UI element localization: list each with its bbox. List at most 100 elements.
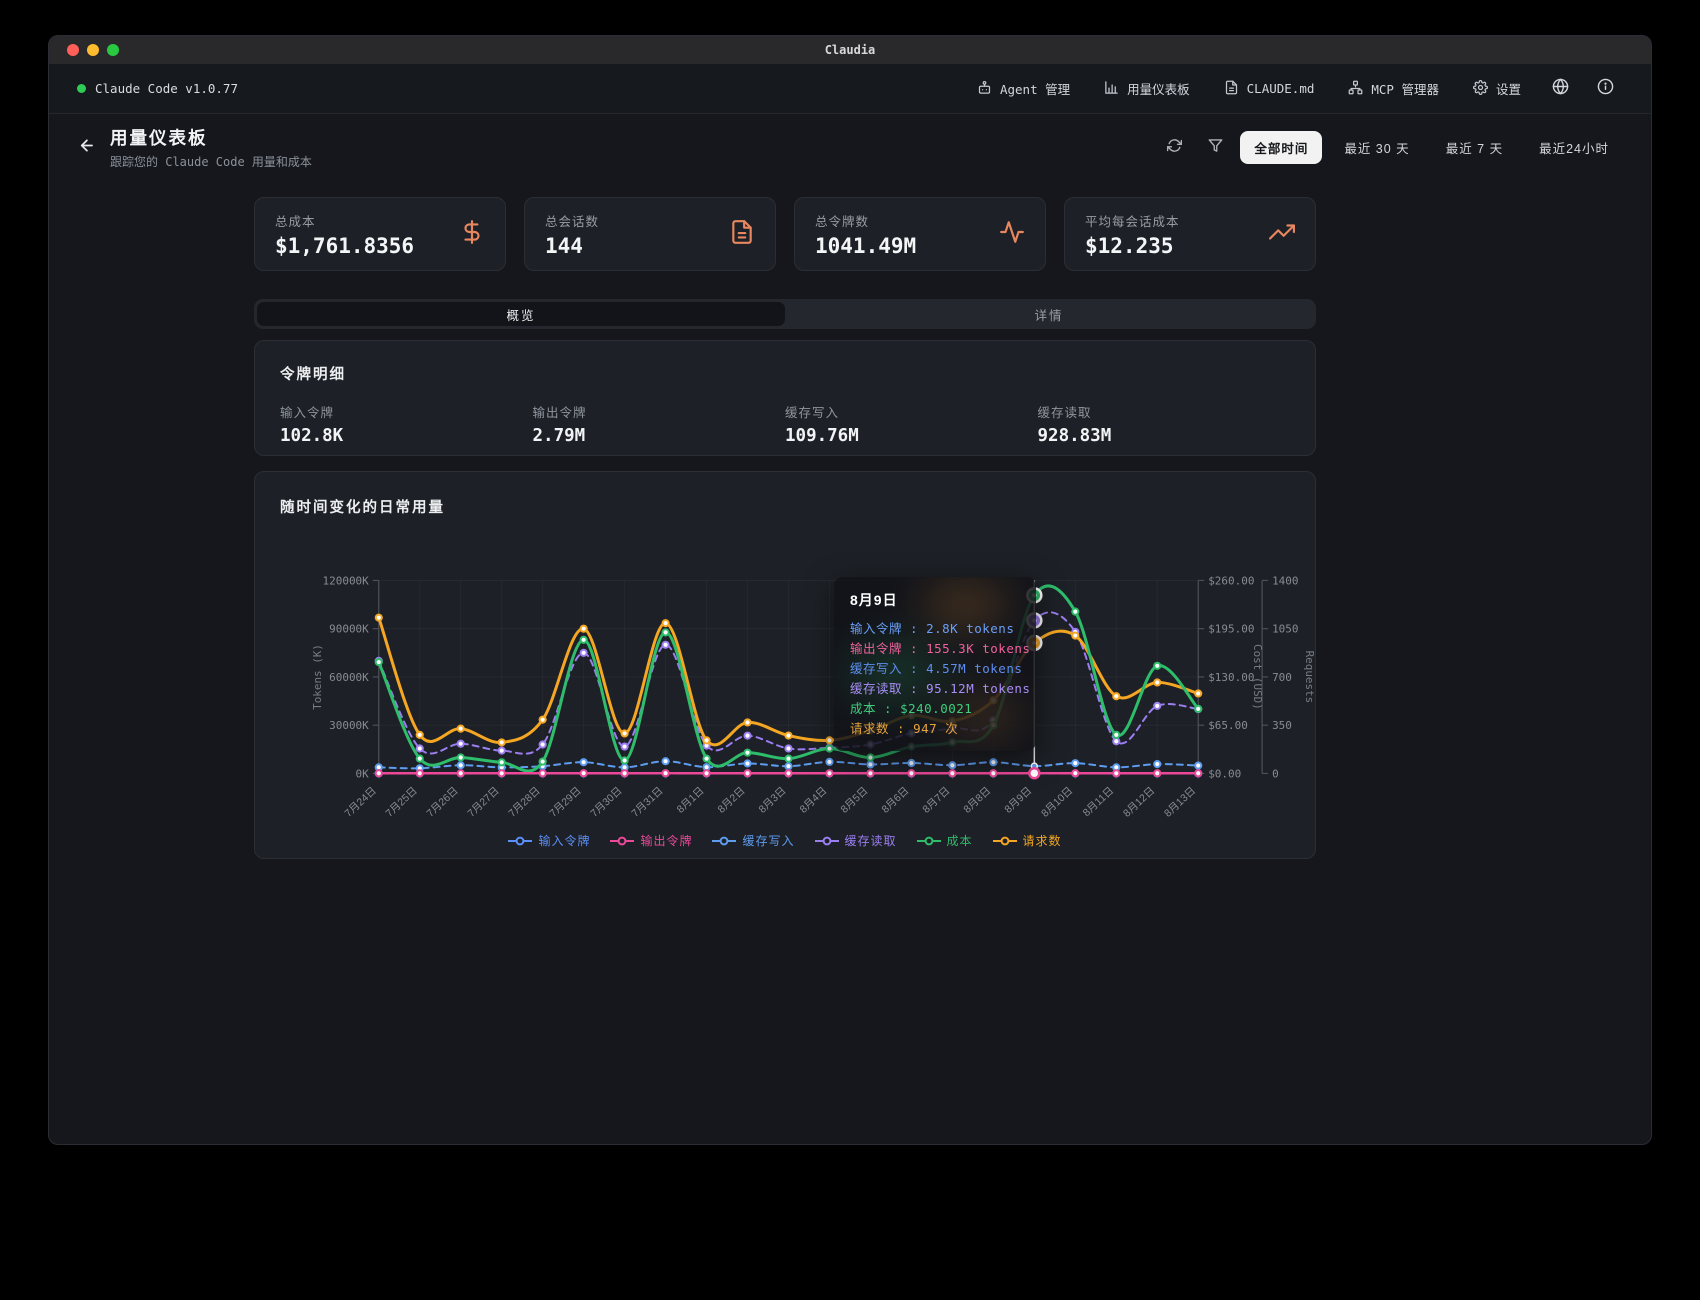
svg-text:120000K: 120000K [323,574,370,587]
info-button[interactable] [1588,71,1623,106]
trending-up-icon [1269,219,1295,250]
nav-settings[interactable]: 设置 [1461,72,1533,105]
globe-button[interactable] [1543,71,1578,106]
stat-label: 平均每会话成本 [1085,211,1180,230]
stat-cards: 总成本 $1,761.8356 总会话数 144 总令牌数 1041.49M [254,197,1316,271]
nav-usage-dashboard[interactable]: 用量仪表板 [1092,72,1202,105]
svg-text:8月6日: 8月6日 [879,785,911,816]
arrow-left-icon [77,136,96,160]
svg-text:7月25日: 7月25日 [383,785,419,820]
svg-text:Tokens (K): Tokens (K) [311,644,324,710]
stat-value: $12.235 [1085,234,1180,258]
tab-details[interactable]: 详情 [785,302,1313,326]
refresh-button[interactable] [1158,131,1191,165]
app-version: Claude Code v1.0.77 [77,81,238,96]
nav-mcp-manager[interactable]: MCP 管理器 [1336,72,1451,105]
legend-item[interactable]: 缓存读取 [815,832,897,849]
stat-label: 总会话数 [545,211,599,230]
bar-chart-icon [1104,80,1119,98]
svg-text:8月9日: 8月9日 [1002,785,1034,816]
page-title: 用量仪表板 [110,125,312,150]
gear-icon [1473,80,1488,98]
svg-text:7月30日: 7月30日 [588,785,624,820]
legend-item[interactable]: 输出令牌 [610,832,692,849]
svg-text:8月7日: 8月7日 [920,785,952,816]
titlebar: Claudia [49,36,1651,64]
legend-label: 缓存读取 [845,832,897,849]
legend-label: 请求数 [1023,832,1062,849]
token-cache-read: 缓存读取 928.83M [1038,402,1291,446]
legend-item[interactable]: 成本 [917,832,973,849]
status-dot-icon [77,84,86,93]
token-label: 缓存读取 [1038,402,1291,421]
minimize-button[interactable] [87,44,99,56]
tab-overview[interactable]: 概览 [257,302,785,326]
range-last-30-days[interactable]: 最近 30 天 [1330,131,1423,164]
range-last-24-hours[interactable]: 最近24小时 [1525,131,1623,164]
tooltip-row: 成本 : $240.0021 [850,699,1020,719]
svg-text:7月24日: 7月24日 [343,785,379,820]
token-value: 2.79M [533,426,786,446]
dollar-icon [459,219,485,250]
svg-text:$65.00: $65.00 [1208,719,1248,732]
token-value: 928.83M [1038,426,1291,446]
token-label: 输出令牌 [533,402,786,421]
svg-text:1050: 1050 [1272,623,1298,636]
svg-text:8月8日: 8月8日 [961,785,993,816]
file-text-icon [1224,80,1239,98]
stat-label: 总成本 [275,211,414,230]
svg-text:8月3日: 8月3日 [757,785,789,816]
svg-text:7月27日: 7月27日 [465,785,501,820]
network-icon [1348,80,1363,98]
app-window: Claudia Claude Code v1.0.77 Agent 管理 用量仪… [48,35,1652,1145]
back-button[interactable] [77,136,96,160]
legend-label: 输入令牌 [538,832,590,849]
token-breakdown-card: 令牌明细 输入令牌 102.8K 输出令牌 2.79M 缓存写入 109.76M… [254,340,1316,456]
legend-label: 缓存写入 [742,832,794,849]
svg-text:8月10日: 8月10日 [1039,785,1075,820]
token-input: 输入令牌 102.8K [280,402,533,446]
range-last-7-days[interactable]: 最近 7 天 [1432,131,1517,164]
zoom-button[interactable] [107,44,119,56]
version-label: Claude Code v1.0.77 [95,81,238,96]
file-text-icon [729,219,755,250]
token-output: 输出令牌 2.79M [533,402,786,446]
stat-label: 总令牌数 [815,211,916,230]
svg-text:1400: 1400 [1272,574,1298,587]
svg-text:350: 350 [1272,719,1292,732]
legend-label: 成本 [947,832,973,849]
info-icon [1597,78,1614,99]
chart-legend: 输入令牌 输出令牌 缓存写入 缓存读取 成本 请求数 [255,832,1315,849]
legend-item[interactable]: 请求数 [993,832,1062,849]
globe-icon [1552,78,1569,99]
daily-usage-chart[interactable]: 0K30000K60000K90000K120000K$0.00$65.00$1… [255,472,1315,858]
stat-value: $1,761.8356 [275,234,414,258]
stat-value: 1041.49M [815,234,916,258]
bot-icon [977,80,992,98]
window-title: Claudia [825,43,876,57]
token-breakdown-title: 令牌明细 [280,363,1290,384]
tooltip-row: 输出令牌 : 155.3K tokens [850,639,1020,659]
token-label: 输入令牌 [280,402,533,421]
svg-text:30000K: 30000K [329,719,369,732]
svg-text:8月11日: 8月11日 [1081,785,1117,819]
stat-card-total-cost: 总成本 $1,761.8356 [254,197,506,271]
filter-button[interactable] [1199,131,1232,165]
legend-item[interactable]: 输入令牌 [508,832,590,849]
legend-item[interactable]: 缓存写入 [712,832,794,849]
svg-text:Requests: Requests [1303,651,1315,704]
nav-agent-manager[interactable]: Agent 管理 [965,72,1082,105]
svg-text:8月5日: 8月5日 [838,785,870,816]
stat-card-total-tokens: 总令牌数 1041.49M [794,197,1046,271]
legend-label: 输出令牌 [640,832,692,849]
tooltip-row: 缓存写入 : 4.57M tokens [850,659,1020,679]
close-button[interactable] [67,44,79,56]
svg-text:7月26日: 7月26日 [424,785,460,820]
nav-claude-md[interactable]: CLAUDE.md [1212,73,1327,105]
daily-usage-chart-card: 随时间变化的日常用量 0K30000K60000K90000K120000K$0… [254,471,1316,859]
svg-text:700: 700 [1272,671,1292,684]
nav-label: Agent 管理 [1000,79,1070,98]
svg-text:90000K: 90000K [329,623,369,636]
stat-value: 144 [545,234,599,258]
range-all-time[interactable]: 全部时间 [1240,131,1322,164]
